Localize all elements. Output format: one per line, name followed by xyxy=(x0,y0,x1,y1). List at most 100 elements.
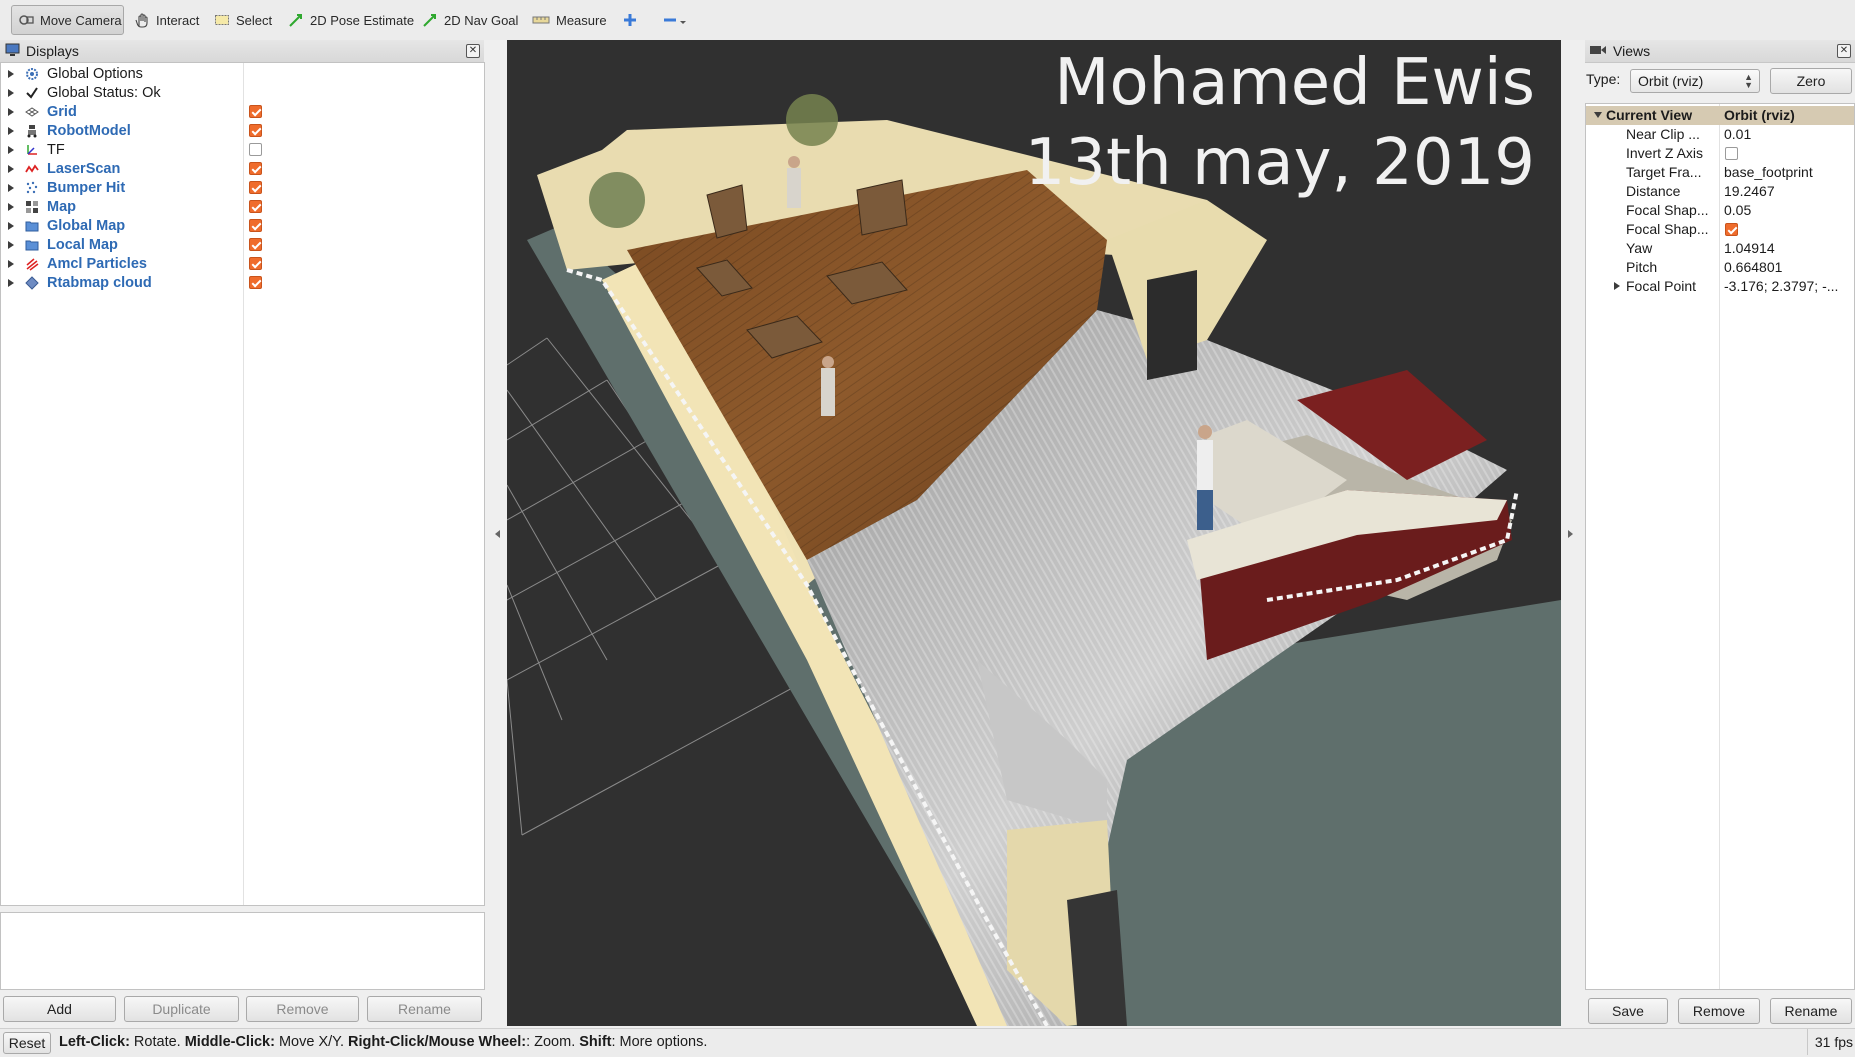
display-item-rtabmap-cloud[interactable]: Rtabmap cloud xyxy=(1,273,485,292)
expand-arrow-icon[interactable] xyxy=(8,183,14,192)
hint-key: Left-Click: xyxy=(59,1034,130,1050)
views-type-select[interactable]: Orbit (rviz) ▲ ▼ xyxy=(1630,69,1760,93)
expand-arrow-icon[interactable] xyxy=(8,126,14,135)
duplicate-display-button[interactable]: Duplicate xyxy=(124,996,239,1022)
display-item-laserscan[interactable]: LaserScan xyxy=(1,159,485,178)
expand-arrow-icon[interactable] xyxy=(8,107,14,116)
enable-checkbox[interactable] xyxy=(249,143,262,156)
minus-icon xyxy=(662,12,688,28)
move-camera-label: Move Camera xyxy=(40,12,122,28)
view-property-value[interactable]: -3.176; 2.3797; -... xyxy=(1724,278,1850,294)
current-view-row[interactable]: Current View Orbit (rviz) xyxy=(1586,106,1854,125)
check-icon xyxy=(25,86,39,100)
display-item-amcl-particles[interactable]: Amcl Particles xyxy=(1,254,485,273)
rename-view-button[interactable]: Rename xyxy=(1770,998,1852,1024)
nav-goal-tool[interactable]: 2D Nav Goal xyxy=(416,5,524,35)
view-property-row[interactable]: Near Clip ... 0.01 xyxy=(1586,125,1854,144)
view-property-key: Invert Z Axis xyxy=(1626,145,1704,161)
expand-arrow-icon[interactable] xyxy=(1614,282,1620,290)
enable-checkbox[interactable] xyxy=(249,162,262,175)
robot-icon xyxy=(25,124,39,138)
display-item-bumper-hit[interactable]: Bumper Hit xyxy=(1,178,485,197)
expand-arrow-icon[interactable] xyxy=(8,164,14,173)
collapse-right-handle[interactable] xyxy=(1568,530,1573,538)
close-icon[interactable]: ✕ xyxy=(1837,44,1851,58)
camera-icon xyxy=(1589,43,1607,59)
pose-estimate-tool[interactable]: 2D Pose Estimate xyxy=(282,5,420,35)
views-type-value: Orbit (rviz) xyxy=(1638,73,1704,89)
particles-icon xyxy=(25,257,39,271)
display-item-label: Rtabmap cloud xyxy=(47,274,152,291)
select-box-icon xyxy=(214,12,230,28)
display-item-label: Local Map xyxy=(47,236,118,253)
enable-checkbox[interactable] xyxy=(249,219,262,232)
remove-view-button[interactable]: Remove xyxy=(1678,998,1760,1024)
move-camera-tool[interactable]: Move Camera xyxy=(11,5,124,35)
remove-tool-button[interactable] xyxy=(656,5,694,35)
view-property-row[interactable]: Pitch 0.664801 xyxy=(1586,258,1854,277)
display-item-global-map[interactable]: Global Map xyxy=(1,216,485,235)
display-item-tf[interactable]: TF xyxy=(1,140,485,159)
add-display-button[interactable]: Add xyxy=(3,996,116,1022)
reset-button[interactable]: Reset xyxy=(3,1032,51,1054)
property-checkbox[interactable] xyxy=(1725,223,1738,236)
view-property-value[interactable]: 0.05 xyxy=(1724,202,1850,218)
current-view-value: Orbit (rviz) xyxy=(1724,107,1795,123)
enable-checkbox[interactable] xyxy=(249,257,262,270)
select-tool[interactable]: Select xyxy=(208,5,278,35)
view-property-value[interactable]: 0.664801 xyxy=(1724,259,1850,275)
expand-arrow-icon[interactable] xyxy=(8,221,14,230)
add-tool-button[interactable] xyxy=(616,5,644,35)
view-property-value[interactable]: 1.04914 xyxy=(1724,240,1850,256)
view-property-row[interactable]: Yaw 1.04914 xyxy=(1586,239,1854,258)
view-property-value[interactable]: 19.2467 xyxy=(1724,183,1850,199)
view-property-row[interactable]: Focal Shap... 0.05 xyxy=(1586,201,1854,220)
enable-checkbox[interactable] xyxy=(249,200,262,213)
view-property-row[interactable]: Target Fra... base_footprint xyxy=(1586,163,1854,182)
pose-estimate-label: 2D Pose Estimate xyxy=(310,12,415,28)
plus-icon xyxy=(622,12,638,28)
enable-checkbox[interactable] xyxy=(249,105,262,118)
expand-arrow-icon[interactable] xyxy=(8,259,14,268)
interact-label: Interact xyxy=(156,12,200,28)
reset-label: Reset xyxy=(8,1035,46,1051)
expand-arrow-icon[interactable] xyxy=(8,202,14,211)
view-property-row[interactable]: Focal Shap... xyxy=(1586,220,1854,239)
displays-panel-header: Displays ✕ xyxy=(0,40,484,63)
display-item-map[interactable]: Map xyxy=(1,197,485,216)
view-property-key: Near Clip ... xyxy=(1626,126,1700,142)
property-checkbox[interactable] xyxy=(1725,147,1738,160)
render-viewport[interactable]: Mohamed Ewis 13th may, 2019 xyxy=(507,40,1561,1026)
measure-tool[interactable]: Measure xyxy=(526,5,613,35)
view-property-value[interactable]: base_footprint xyxy=(1724,164,1850,180)
view-property-row[interactable]: Focal Point -3.176; 2.3797; -... xyxy=(1586,277,1854,296)
axes-icon xyxy=(25,143,39,157)
close-icon[interactable]: ✕ xyxy=(466,44,480,58)
display-item-global-options[interactable]: Global Options xyxy=(1,64,485,83)
enable-checkbox[interactable] xyxy=(249,276,262,289)
remove-display-button[interactable]: Remove xyxy=(246,996,359,1022)
save-view-button[interactable]: Save xyxy=(1588,998,1668,1024)
displays-title: Displays xyxy=(26,43,79,59)
rename-display-button[interactable]: Rename xyxy=(367,996,482,1022)
expand-arrow-icon[interactable] xyxy=(8,69,14,78)
interact-tool[interactable]: Interact xyxy=(128,5,205,35)
enable-checkbox[interactable] xyxy=(249,238,262,251)
expand-arrow-icon[interactable] xyxy=(8,88,14,97)
expand-arrow-icon[interactable] xyxy=(8,145,14,154)
display-item-robotmodel[interactable]: RobotModel xyxy=(1,121,485,140)
display-item-global-status-ok[interactable]: Global Status: Ok xyxy=(1,83,485,102)
view-property-row[interactable]: Distance 19.2467 xyxy=(1586,182,1854,201)
expand-arrow-icon[interactable] xyxy=(8,278,14,287)
zero-button[interactable]: Zero xyxy=(1770,68,1852,94)
display-item-grid[interactable]: Grid xyxy=(1,102,485,121)
expand-arrow-icon[interactable] xyxy=(8,240,14,249)
enable-checkbox[interactable] xyxy=(249,181,262,194)
view-property-row[interactable]: Invert Z Axis xyxy=(1586,144,1854,163)
enable-checkbox[interactable] xyxy=(249,124,262,137)
collapse-left-handle[interactable] xyxy=(495,530,500,538)
view-property-value[interactable]: 0.01 xyxy=(1724,126,1850,142)
display-item-local-map[interactable]: Local Map xyxy=(1,235,485,254)
hint-text: : Zoom. xyxy=(526,1034,580,1050)
hint-key: Middle-Click: xyxy=(184,1034,275,1050)
